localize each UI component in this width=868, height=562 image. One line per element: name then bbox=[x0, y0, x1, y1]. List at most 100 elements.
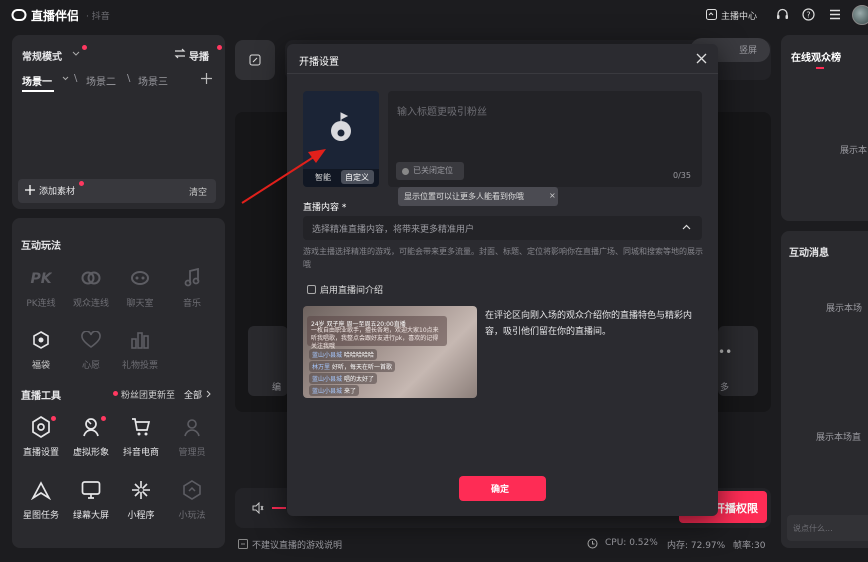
speaker-icon[interactable] bbox=[252, 502, 264, 514]
interactive-title: 互动玩法 bbox=[21, 241, 61, 252]
live-center-button[interactable]: 主播中心 bbox=[721, 9, 757, 22]
intro-checkbox-label[interactable]: 启用直播间介绍 bbox=[320, 283, 383, 296]
live-settings-dialog: 开播设置 智能 自定义 输入标题更吸引粉丝 已关闭定位 0/35 显示位置可以让… bbox=[287, 44, 718, 516]
lucky-bag-icon bbox=[29, 328, 53, 352]
star-task-item[interactable]: 星图任务 bbox=[17, 478, 65, 521]
live-settings-item[interactable]: 直播设置 bbox=[17, 415, 65, 458]
messages-panel: 互动消息 展示本场 展示本场直 说点什么... bbox=[781, 231, 868, 548]
chat-item: 蓝山小县城 来了 bbox=[309, 385, 359, 396]
scene-tab-3[interactable]: 场景三 bbox=[138, 73, 168, 88]
mini-game-item[interactable]: 小玩法 bbox=[168, 478, 216, 521]
pk-item[interactable]: PK PK连线 bbox=[17, 266, 65, 309]
chevron-down-icon[interactable] bbox=[72, 51, 80, 57]
intro-description: 在评论区向刚入场的观众介绍你的直播特色与精彩内容，吸引他们留在你的直播间。 bbox=[485, 311, 693, 337]
chevron-up-icon[interactable] bbox=[682, 224, 691, 230]
intro-preview-image: 24岁 双子座 周一至周五20:00直播 一枚自由职业歌手，擅长各地，欢迎大家1… bbox=[303, 306, 477, 398]
virtual-avatar-item[interactable]: 虚拟形象 bbox=[67, 415, 115, 458]
guide-button[interactable]: 导播 bbox=[189, 48, 209, 63]
annotation-arrow bbox=[241, 149, 326, 204]
svg-text:PK: PK bbox=[30, 271, 52, 287]
clear-button[interactable]: 清空 bbox=[189, 185, 207, 198]
title-char-counter: 0/35 bbox=[673, 171, 691, 180]
green-screen-item[interactable]: 绿幕大屏 bbox=[67, 478, 115, 521]
chat-item: 林万里 好听，每天在听一首歌 bbox=[309, 361, 395, 372]
wish-item[interactable]: 心愿 bbox=[67, 328, 115, 371]
chevron-right-icon[interactable] bbox=[206, 390, 211, 398]
status-tip[interactable]: 不建议直播的游戏说明 bbox=[252, 538, 342, 551]
mode-red-dot bbox=[82, 45, 87, 50]
scene-tab-1[interactable]: 场景一 bbox=[22, 73, 52, 88]
add-material-red-dot bbox=[79, 181, 84, 186]
scene-tab-1-underline bbox=[22, 90, 54, 92]
heart-icon bbox=[79, 328, 103, 352]
lucky-bag-item[interactable]: 福袋 bbox=[17, 328, 65, 371]
app-title: 直播伴侣 bbox=[31, 9, 80, 23]
ecommerce-item[interactable]: 抖音电商 bbox=[117, 415, 165, 458]
headset-icon[interactable] bbox=[776, 8, 789, 21]
miniapp-icon bbox=[129, 478, 153, 502]
location-dot-icon bbox=[402, 168, 409, 175]
cpu-icon bbox=[587, 538, 598, 549]
all-tools-link[interactable]: 全部 bbox=[184, 388, 202, 401]
chatroom-item[interactable]: 聊天室 bbox=[116, 266, 164, 309]
scene-chevron-icon[interactable] bbox=[62, 76, 69, 81]
pk-icon: PK bbox=[29, 266, 53, 290]
scene-panel: 常规模式 导播 场景一 \ 场景二 \ 场景三 添加素材 清空 bbox=[12, 35, 225, 209]
link-icon bbox=[79, 266, 103, 290]
music-item[interactable]: 音乐 bbox=[168, 266, 216, 309]
gift-vote-item[interactable]: 礼物投票 bbox=[116, 328, 164, 371]
mini-program-item[interactable]: 小程序 bbox=[117, 478, 165, 521]
messages-title: 互动消息 bbox=[789, 248, 829, 259]
volume-slider[interactable] bbox=[272, 507, 286, 509]
add-material-button[interactable]: 添加素材 bbox=[39, 184, 75, 197]
add-scene-icon[interactable] bbox=[201, 73, 212, 84]
guide-red-dot bbox=[217, 45, 222, 50]
online-audience-panel: 在线观众榜 展示本 bbox=[781, 35, 868, 221]
cart-icon bbox=[129, 415, 153, 439]
memory-usage: 内存: 72.97% bbox=[667, 541, 726, 551]
svg-text:?: ? bbox=[806, 11, 810, 20]
tooltip-close-icon[interactable]: × bbox=[549, 191, 556, 200]
fans-red-dot bbox=[113, 391, 118, 396]
avatar-icon bbox=[79, 415, 103, 439]
chatroom-icon bbox=[128, 266, 152, 290]
vote-icon bbox=[128, 328, 152, 352]
user-avatar[interactable] bbox=[852, 5, 868, 25]
admin-icon bbox=[180, 415, 204, 439]
plus-icon[interactable] bbox=[25, 185, 35, 195]
live-center-icon[interactable] bbox=[706, 9, 717, 20]
menu-icon[interactable] bbox=[829, 9, 841, 20]
close-icon[interactable] bbox=[696, 53, 707, 64]
music-icon bbox=[180, 266, 204, 290]
more-icon[interactable]: •• bbox=[718, 345, 732, 359]
monitor-icon bbox=[79, 478, 103, 502]
live-title-input[interactable]: 输入标题更吸引粉丝 已关闭定位 0/35 bbox=[388, 91, 702, 187]
mode-label[interactable]: 常规模式 bbox=[22, 48, 62, 63]
edit-icon bbox=[249, 54, 261, 66]
edit-button-box[interactable] bbox=[235, 40, 275, 80]
settings-hex-icon bbox=[29, 415, 53, 439]
app-platform: · 抖音 bbox=[86, 12, 110, 22]
title-bar: 直播伴侣 · 抖音 主播中心 ? bbox=[0, 0, 868, 30]
portrait-button[interactable]: 竖屏 bbox=[739, 43, 757, 56]
tools-title: 直播工具 bbox=[21, 391, 61, 402]
content-description: 游戏主播选择精准的游戏，可能会带来更多流量。封面、标题、定位将影响你在直播广场、… bbox=[303, 247, 703, 269]
fans-update-text: 粉丝团更新至 bbox=[121, 391, 176, 401]
cover-custom-tab[interactable]: 自定义 bbox=[345, 172, 369, 183]
audience-link-item[interactable]: 观众连线 bbox=[67, 266, 115, 309]
dialog-title: 开播设置 bbox=[299, 57, 339, 68]
tools-panel: 互动玩法 PK PK连线 观众连线 聊天室 音乐 福袋 心愿 礼物投票 直播工具… bbox=[12, 218, 225, 548]
switch-icon[interactable] bbox=[174, 48, 186, 59]
chat-item: 蓝山小县城 唱的太好了 bbox=[309, 373, 377, 384]
help-icon[interactable]: ? bbox=[802, 8, 815, 21]
cpu-usage: CPU: 0.52% bbox=[605, 538, 658, 548]
fps-readout: 帧率:30 bbox=[733, 541, 766, 551]
minigame-icon bbox=[180, 478, 204, 502]
intro-checkbox[interactable] bbox=[307, 285, 316, 294]
online-audience-title: 在线观众榜 bbox=[791, 53, 841, 64]
app-logo-icon bbox=[11, 7, 27, 23]
preview-card-left bbox=[248, 326, 288, 396]
scene-tab-2[interactable]: 场景二 bbox=[86, 73, 116, 88]
admin-item[interactable]: 管理员 bbox=[168, 415, 216, 458]
info-icon bbox=[238, 539, 248, 549]
